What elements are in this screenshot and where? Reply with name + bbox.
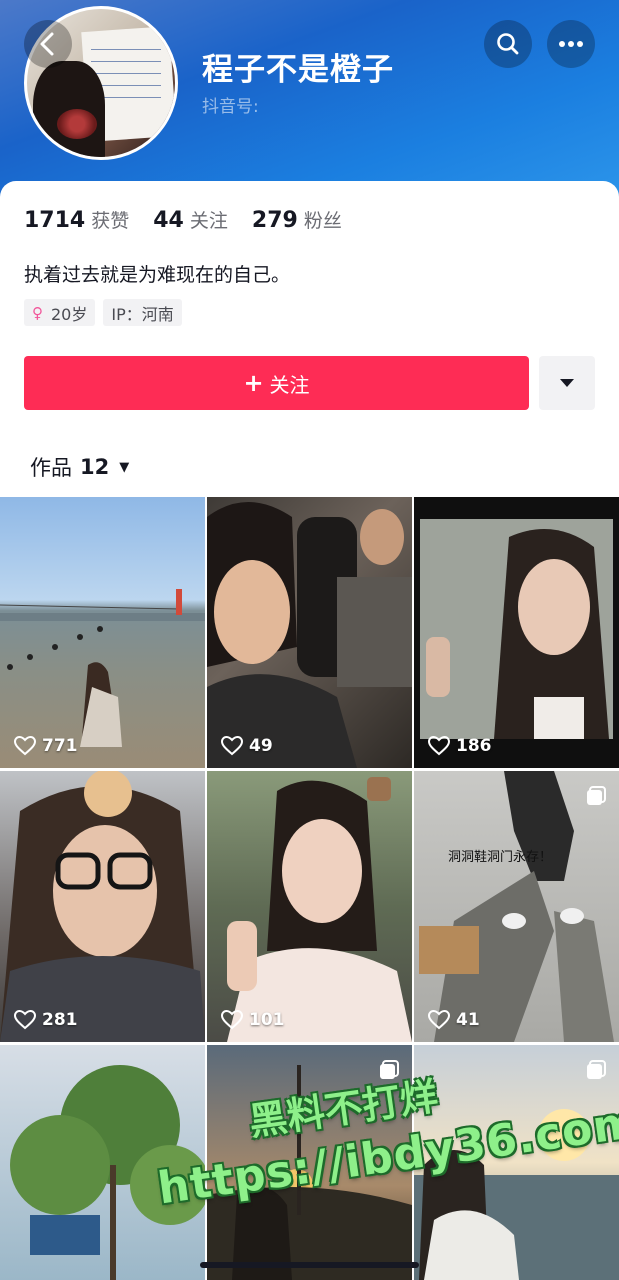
shadow-shoes-scene: 洞洞鞋洞门永存！ (419, 771, 614, 1042)
more-dots-icon (559, 41, 583, 47)
car-selfie-scene (207, 502, 412, 768)
heart-icon (221, 1010, 243, 1030)
multi-image-icon (587, 1060, 606, 1079)
stat-number: 279 (251, 208, 298, 233)
profile-nickname: 程子不是橙子 (202, 52, 394, 88)
glasses-selfie-scene (0, 771, 205, 1042)
video-thumbnail[interactable]: 186 (414, 497, 619, 768)
heart-icon (14, 736, 36, 756)
follow-label: 关注 (269, 372, 310, 397)
multi-image-icon (587, 786, 606, 805)
video-thumbnail[interactable]: 101 (207, 771, 412, 1042)
age-tag: ♀ 20岁 (24, 299, 96, 326)
stat-following[interactable]: 44 关注 (153, 206, 228, 233)
female-gender-icon: ♀ (32, 303, 43, 322)
caret-down-icon: ▼ (119, 459, 130, 475)
ip-location-text: IP：河南 (111, 304, 174, 324)
plus-icon: + (243, 369, 264, 397)
peace-sign-scene (227, 777, 412, 1042)
caret-down-icon (560, 379, 574, 387)
stat-number: 44 (153, 208, 184, 233)
like-count: 771 (14, 736, 78, 756)
age-text: 20岁 (51, 304, 88, 324)
back-button[interactable] (24, 20, 72, 68)
stat-label: 获赞 (91, 210, 130, 232)
profile-tags: ♀ 20岁 IP：河南 (24, 299, 190, 326)
heart-icon (14, 1010, 36, 1030)
like-count: 186 (428, 736, 492, 756)
home-indicator (200, 1262, 419, 1268)
chevron-left-icon (40, 32, 54, 56)
profile-bio: 执着过去就是为难现在的自己。 (24, 264, 291, 286)
video-thumbnail[interactable] (414, 1045, 619, 1280)
multi-image-icon (380, 1060, 399, 1079)
video-thumbnail[interactable] (207, 1045, 412, 1280)
like-count: 49 (221, 736, 273, 756)
douyin-id[interactable]: 抖音号: (202, 92, 259, 117)
stat-label: 关注 (189, 210, 228, 232)
video-thumbnail[interactable] (0, 1045, 205, 1280)
search-icon (497, 33, 519, 55)
stat-followers[interactable]: 279 粉丝 (252, 206, 342, 233)
video-thumbnail[interactable]: 洞洞鞋洞门永存！ 41 (414, 771, 619, 1042)
trees-scene (10, 1065, 205, 1280)
follow-button[interactable]: + 关注 (24, 356, 529, 410)
works-count: 12 (80, 455, 110, 479)
like-count: 281 (14, 1010, 78, 1030)
like-count: 41 (428, 1010, 480, 1030)
more-options-button[interactable] (547, 20, 595, 68)
search-button[interactable] (484, 20, 532, 68)
video-thumbnail[interactable]: 771 (0, 497, 205, 768)
works-label: 作品 (30, 456, 72, 480)
beach-scene (0, 589, 205, 747)
retro-camera-scene (420, 519, 613, 739)
video-thumbnail[interactable]: 49 (207, 497, 412, 768)
heart-icon (428, 1010, 450, 1030)
stat-likes[interactable]: 1714 获赞 (24, 206, 129, 233)
recommend-dropdown-button[interactable] (539, 356, 595, 410)
video-thumbnail[interactable]: 281 (0, 771, 205, 1042)
tab-works[interactable]: 作品 12 ▼ (30, 452, 129, 482)
heart-icon (428, 736, 450, 756)
stat-number: 1714 (24, 208, 86, 233)
svg-text:洞洞鞋洞门永存！: 洞洞鞋洞门永存！ (448, 849, 552, 865)
stat-label: 粉丝 (303, 210, 342, 232)
profile-stats: 1714 获赞 44 关注 279 粉丝 (24, 206, 366, 233)
ip-location-tag: IP：河南 (103, 299, 182, 326)
heart-icon (221, 736, 243, 756)
like-count: 101 (221, 1010, 285, 1030)
